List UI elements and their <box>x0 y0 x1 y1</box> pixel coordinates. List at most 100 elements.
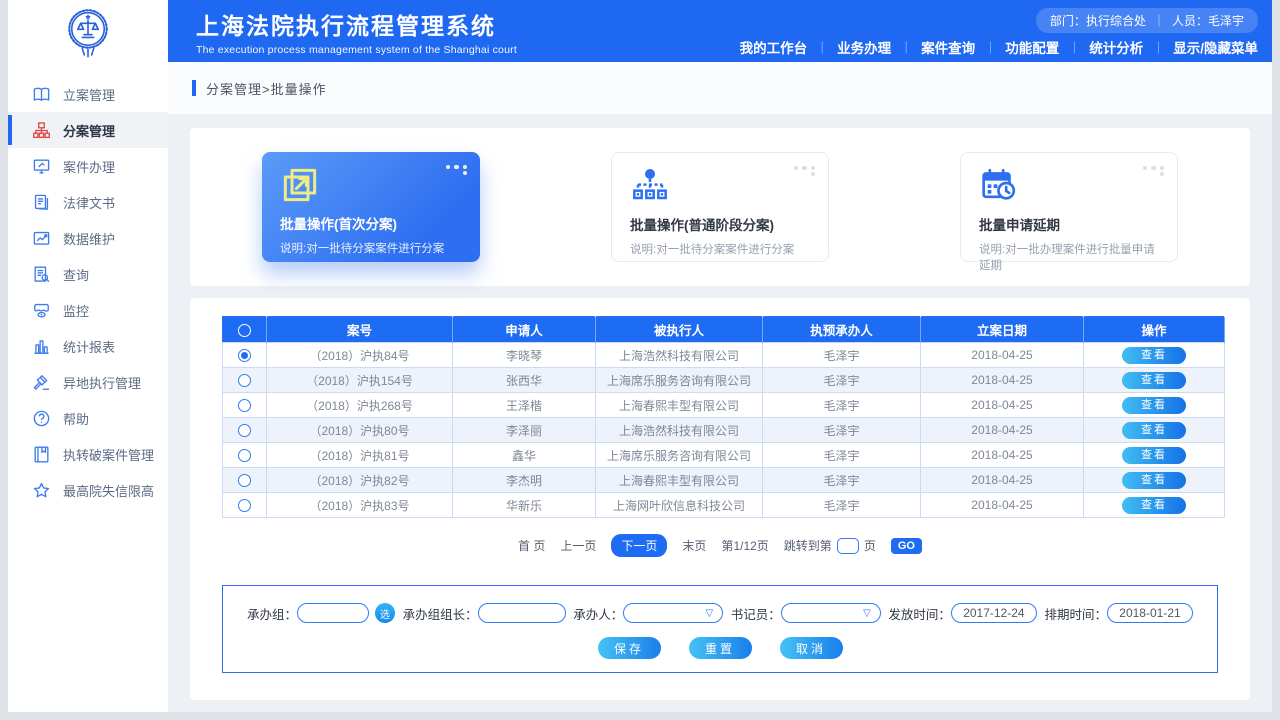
card-1[interactable]: 批量操作(首次分案)说明:对一批待分案案件进行分案 <box>262 152 480 262</box>
nav-item-4[interactable]: 功能配置 <box>1005 37 1059 57</box>
sidebar-item-10[interactable]: 帮助 <box>8 400 168 436</box>
nav-item-6[interactable]: 显示/隐藏菜单 <box>1173 37 1258 57</box>
save-button[interactable]: 保存 <box>598 637 661 659</box>
undertaker-input[interactable]: ▽ <box>623 603 723 623</box>
cell-date: 2018-04-25 <box>921 343 1084 368</box>
table-row: （2018）沪执84号李晓琴上海浩然科技有限公司毛泽宇2018-04-25查看 <box>223 343 1225 368</box>
sidebar-item-8[interactable]: 统计报表 <box>8 328 168 364</box>
row-radio[interactable] <box>238 349 251 362</box>
sidebar-item-5[interactable]: 数据维护 <box>8 220 168 256</box>
row-select-cell <box>223 443 267 468</box>
view-button[interactable]: 查看 <box>1122 422 1186 439</box>
sidebar-item-11[interactable]: 执转破案件管理 <box>8 436 168 472</box>
table-header-row: 案号申请人被执行人执预承办人立案日期操作 <box>223 317 1225 343</box>
sidebar-item-9[interactable]: 异地执行管理 <box>8 364 168 400</box>
department-value: 执行综合处 <box>1086 12 1146 29</box>
table-row: （2018）沪执82号李杰明上海春熙丰型有限公司毛泽宇2018-04-25查看 <box>223 468 1225 493</box>
pagination-first[interactable]: 首 页 <box>518 537 545 554</box>
cell-executee: 上海席乐服务咨询有限公司 <box>596 443 763 468</box>
view-button[interactable]: 查看 <box>1122 472 1186 489</box>
sidebar-item-label: 监控 <box>63 301 89 320</box>
row-radio[interactable] <box>238 399 251 412</box>
breadcrumb: 分案管理>批量操作 <box>206 79 327 98</box>
card-2[interactable]: 批量操作(普通阶段分案)说明:对一批待分案案件进行分案 <box>611 152 829 262</box>
sidebar-item-label: 最高院失信限高 <box>63 481 154 500</box>
view-button[interactable]: 查看 <box>1122 397 1186 414</box>
nav-item-3[interactable]: 案件查询 <box>921 37 975 57</box>
org-chart-icon <box>32 121 51 140</box>
hierarchy-icon <box>630 166 670 206</box>
field-label: 承办组组长： <box>403 604 478 623</box>
card-description: 说明:对一批待分案案件进行分案 <box>630 241 810 257</box>
table-row: （2018）沪执83号华新乐上海网叶欣信息科技公司毛泽宇2018-04-25查看 <box>223 493 1225 518</box>
form-fields-row: 承办组：选承办组组长：承办人：▽书记员：▽发放时间：2017-12-24排期时间… <box>247 603 1193 623</box>
view-button[interactable]: 查看 <box>1122 447 1186 464</box>
field-label: 承办组： <box>247 604 297 623</box>
pagination-last[interactable]: 末页 <box>682 537 706 554</box>
row-radio[interactable] <box>238 449 251 462</box>
nav-item-2[interactable]: 业务办理 <box>837 37 891 57</box>
clerk-input[interactable]: ▽ <box>781 603 881 623</box>
nav-item-1[interactable]: 我的工作台 <box>740 37 808 57</box>
schedule-date-input[interactable]: 2018-01-21 <box>1107 603 1193 623</box>
cell-undertaker: 毛泽宇 <box>763 443 921 468</box>
cancel-button[interactable]: 取消 <box>780 637 843 659</box>
row-radio[interactable] <box>238 499 251 512</box>
sidebar-item-1[interactable]: 立案管理 <box>8 76 168 112</box>
sidebar-item-4[interactable]: 法律文书 <box>8 184 168 220</box>
cell-case-no: （2018）沪执268号 <box>267 393 453 418</box>
cell-action: 查看 <box>1084 368 1225 393</box>
cell-executee: 上海浩然科技有限公司 <box>596 343 763 368</box>
pick-button[interactable]: 选 <box>375 603 395 623</box>
undertaker-field: 承办人： ▽ <box>573 603 723 623</box>
cell-case-no: （2018）沪执154号 <box>267 368 453 393</box>
person-value: 毛泽宇 <box>1208 12 1244 29</box>
cell-action: 查看 <box>1084 468 1225 493</box>
reset-button[interactable]: 重置 <box>689 637 752 659</box>
card-3[interactable]: 批量申请延期说明:对一批办理案件进行批量申请延期 <box>960 152 1178 262</box>
row-radio[interactable] <box>238 424 251 437</box>
field-label: 承办人： <box>573 604 623 623</box>
view-button[interactable]: 查看 <box>1122 347 1186 364</box>
select-all-radio[interactable] <box>238 324 251 337</box>
sidebar-item-label: 案件办理 <box>63 157 115 176</box>
schedule-date-field: 排期时间：2018-01-21 <box>1044 603 1193 623</box>
sidebar-item-label: 分案管理 <box>63 121 115 140</box>
cell-case-no: （2018）沪执84号 <box>267 343 453 368</box>
table-row: （2018）沪执81号鑫华上海席乐服务咨询有限公司毛泽宇2018-04-25查看 <box>223 443 1225 468</box>
sidebar-item-2[interactable]: 分案管理 <box>8 112 168 148</box>
department-label: 部门： <box>1050 12 1086 29</box>
cell-case-no: （2018）沪执83号 <box>267 493 453 518</box>
dropdown-arrow-icon: ▽ <box>706 608 714 619</box>
cell-undertaker: 毛泽宇 <box>763 343 921 368</box>
pagination-prev[interactable]: 上一页 <box>560 537 596 554</box>
sidebar-item-3[interactable]: 案件办理 <box>8 148 168 184</box>
nav-separator: ｜ <box>1152 39 1164 56</box>
card-menu-dots-icon <box>790 164 816 176</box>
field-value: 2018-01-21 <box>1117 606 1183 620</box>
logo-area <box>8 0 168 66</box>
view-button[interactable]: 查看 <box>1122 372 1186 389</box>
view-button[interactable]: 查看 <box>1122 497 1186 514</box>
pagination-next[interactable]: 下一页 <box>611 534 667 557</box>
nav-item-5[interactable]: 统计分析 <box>1089 37 1143 57</box>
case-table: 案号申请人被执行人执预承办人立案日期操作 （2018）沪执84号李晓琴上海浩然科… <box>222 316 1225 518</box>
group-leader-input[interactable] <box>478 603 566 623</box>
sidebar-item-7[interactable]: 监控 <box>8 292 168 328</box>
row-select-cell <box>223 468 267 493</box>
field-label: 发放时间： <box>888 604 951 623</box>
case-group-input[interactable] <box>297 603 369 623</box>
row-radio[interactable] <box>238 474 251 487</box>
sidebar-menu: 立案管理分案管理案件办理法律文书数据维护查询监控统计报表异地执行管理帮助执转破案… <box>8 76 168 508</box>
page-jump-input[interactable] <box>837 538 859 554</box>
sidebar-item-12[interactable]: 最高院失信限高 <box>8 472 168 508</box>
row-radio[interactable] <box>238 374 251 387</box>
issue-date-input[interactable]: 2017-12-24 <box>951 603 1037 623</box>
go-button[interactable]: GO <box>891 538 922 554</box>
sidebar-item-6[interactable]: 查询 <box>8 256 168 292</box>
cell-executee: 上海网叶欣信息科技公司 <box>596 493 763 518</box>
cell-executee: 上海春熙丰型有限公司 <box>596 393 763 418</box>
cell-executee: 上海席乐服务咨询有限公司 <box>596 368 763 393</box>
bar-chart-icon <box>32 337 51 356</box>
pagination-jump-prefix: 跳转到第 <box>784 537 832 554</box>
